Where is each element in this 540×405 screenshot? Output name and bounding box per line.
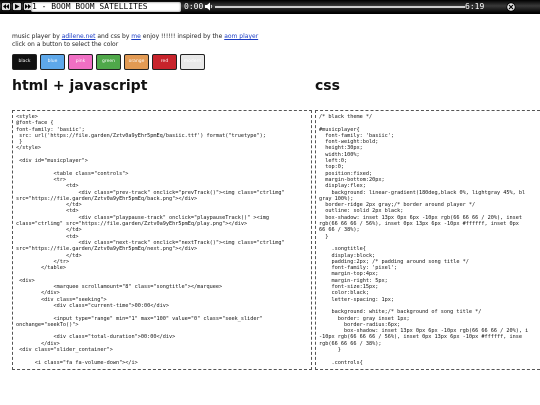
theme-button-modern[interactable]: modern [180,54,205,70]
total-duration: 6:19 [465,2,485,11]
theme-button-green[interactable]: green [96,54,121,70]
theme-button-black[interactable]: black [12,54,37,70]
song-title-marquee: 1 - BOOM BOOM SATELLITES [31,2,181,12]
adilene-link[interactable]: adilene.net [62,33,96,40]
credits-enjoy: enjoy !!!!!! inspired by the [140,33,225,40]
theme-button-orange[interactable]: orange [124,54,149,70]
volume-down-icon[interactable] [205,2,213,11]
css-heading: css [315,78,340,94]
html-code: <style> @font-face { font-family: 'basii… [16,114,285,366]
css-code: /* black theme */ #musicplayer{ font-fam… [319,114,529,366]
seek-slider[interactable] [215,6,465,8]
prev-track-button[interactable] [1,2,11,12]
css-code-panel[interactable]: /* black theme */ #musicplayer{ font-fam… [315,110,540,370]
me-link[interactable]: me [131,33,141,40]
prev-track-icon [1,2,11,11]
credits-prefix: music player by [12,33,62,40]
instruction-line: click on a button to select the color [12,41,119,48]
credits-mid: and css by [95,33,132,40]
play-pause-button[interactable] [12,2,22,12]
current-time: 0:00 [184,2,204,11]
html-heading: html + javascript [12,78,148,94]
theme-button-blue[interactable]: blue [40,54,65,70]
html-code-panel[interactable]: <style> @font-face { font-family: 'basii… [12,110,312,370]
seek-slider-thumb[interactable] [506,2,516,12]
credits-line: music player by adilene.net and css by m… [12,33,258,41]
intro-text: music player by adilene.net and css by m… [12,33,258,49]
theme-button-pink[interactable]: pink [68,54,93,70]
aom-player-link[interactable]: aom player [224,33,258,40]
play-pause-icon [12,2,22,11]
theme-button-red[interactable]: red [152,54,177,70]
theme-button-group: black blue pink green orange red modern [12,54,205,70]
music-player-bar: 1 - BOOM BOOM SATELLITES 0:00 6:19 [0,0,540,14]
